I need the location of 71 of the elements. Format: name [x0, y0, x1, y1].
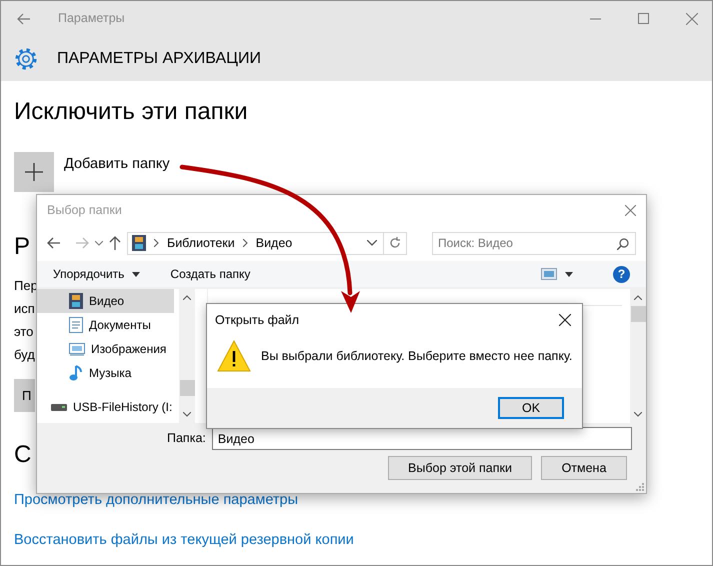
resize-grip-icon[interactable] [636, 483, 644, 491]
field-label: Папка: [167, 430, 206, 448]
caret-icon [132, 272, 140, 276]
caret-icon[interactable] [565, 272, 573, 276]
scroll-down-icon[interactable] [634, 412, 642, 417]
nav-label: Изображения [91, 341, 166, 358]
scroll-thumb[interactable] [630, 306, 646, 322]
add-folder-label[interactable]: Добавить папку [64, 154, 170, 192]
film-icon [69, 293, 83, 309]
nav-item[interactable]: Музыка [37, 361, 174, 385]
back-icon[interactable] [17, 12, 31, 24]
dialog-title: Открыть файл [215, 312, 300, 329]
scroll-up-icon[interactable] [634, 295, 642, 300]
new-folder-button[interactable]: Создать папку [170, 265, 250, 283]
nav-label: USB-FileHistory (I: [73, 399, 172, 416]
window-title: Параметры [58, 10, 125, 28]
scroll-up-icon[interactable] [183, 295, 191, 300]
refresh-icon[interactable] [389, 237, 401, 249]
gear-icon [13, 46, 39, 72]
view-icon[interactable] [541, 268, 557, 280]
address-bar[interactable]: Библиотеки Видео [127, 232, 407, 254]
chevron-down-icon[interactable] [95, 240, 103, 246]
folder-name-field[interactable]: Видео [212, 427, 632, 450]
link[interactable]: Восстановить файлы из текущей резервной копии [14, 530, 699, 552]
breadcrumb[interactable]: Видео [256, 234, 292, 252]
scroll-thumb[interactable] [180, 380, 194, 396]
text-line: исп [14, 300, 35, 318]
nav-label: Видео [89, 293, 124, 310]
back-icon[interactable] [47, 237, 61, 249]
organize-menu[interactable]: Упорядочить [53, 265, 140, 283]
maximize-icon[interactable] [638, 13, 649, 24]
breadcrumb[interactable]: Библиотеки [167, 234, 235, 252]
text-line: это [14, 323, 34, 341]
message-text: Вы выбрали библиотеку. Выберите вместо нее папку. [261, 348, 572, 365]
dialog-button[interactable]: Выбор этой папки [388, 456, 532, 480]
chevron-down-icon[interactable] [367, 240, 377, 246]
search-field[interactable]: Поиск: Видео [432, 232, 636, 254]
close-icon[interactable] [559, 314, 571, 326]
document-icon [69, 317, 83, 333]
minimize-icon[interactable] [590, 18, 601, 20]
music-note-icon [69, 365, 83, 381]
link[interactable]: Просмотреть дополнительные параметры [14, 490, 699, 512]
film-icon [132, 235, 146, 251]
drive-icon [51, 403, 67, 411]
dialog-button[interactable]: Отмена [541, 456, 627, 480]
section-heading: С [14, 440, 32, 470]
section-heading: Исключить эти папки [14, 97, 248, 127]
scroll-down-icon[interactable] [183, 412, 191, 417]
nav-item[interactable]: USB-FileHistory (I: [37, 395, 174, 419]
warning-icon [217, 340, 251, 372]
page-title: ПАРАМЕТРЫ АРХИВАЦИИ [57, 48, 261, 68]
nav-label: Документы [89, 317, 151, 334]
chevron-right-icon [154, 239, 159, 247]
chevron-right-icon [242, 239, 248, 247]
help-icon[interactable]: ? [613, 266, 630, 282]
section-heading: Р [14, 232, 30, 262]
up-arrow-icon[interactable] [109, 236, 121, 250]
nav-item[interactable]: Изображения [37, 337, 174, 361]
plus-icon [25, 163, 43, 181]
nav-label: Музыка [89, 365, 132, 382]
search-icon[interactable] [617, 238, 629, 250]
nav-item[interactable]: Видео [37, 289, 174, 313]
add-folder-button[interactable] [14, 152, 54, 192]
ok-button[interactable]: OK [498, 397, 564, 419]
dialog-title: Выбор папки [47, 202, 122, 219]
scrollbar[interactable] [179, 289, 195, 423]
button[interactable]: П [14, 379, 35, 412]
picture-icon [69, 342, 85, 356]
scrollbar[interactable] [630, 289, 646, 423]
nav-item[interactable]: Документы [37, 313, 174, 337]
text-line: буд [14, 346, 35, 364]
